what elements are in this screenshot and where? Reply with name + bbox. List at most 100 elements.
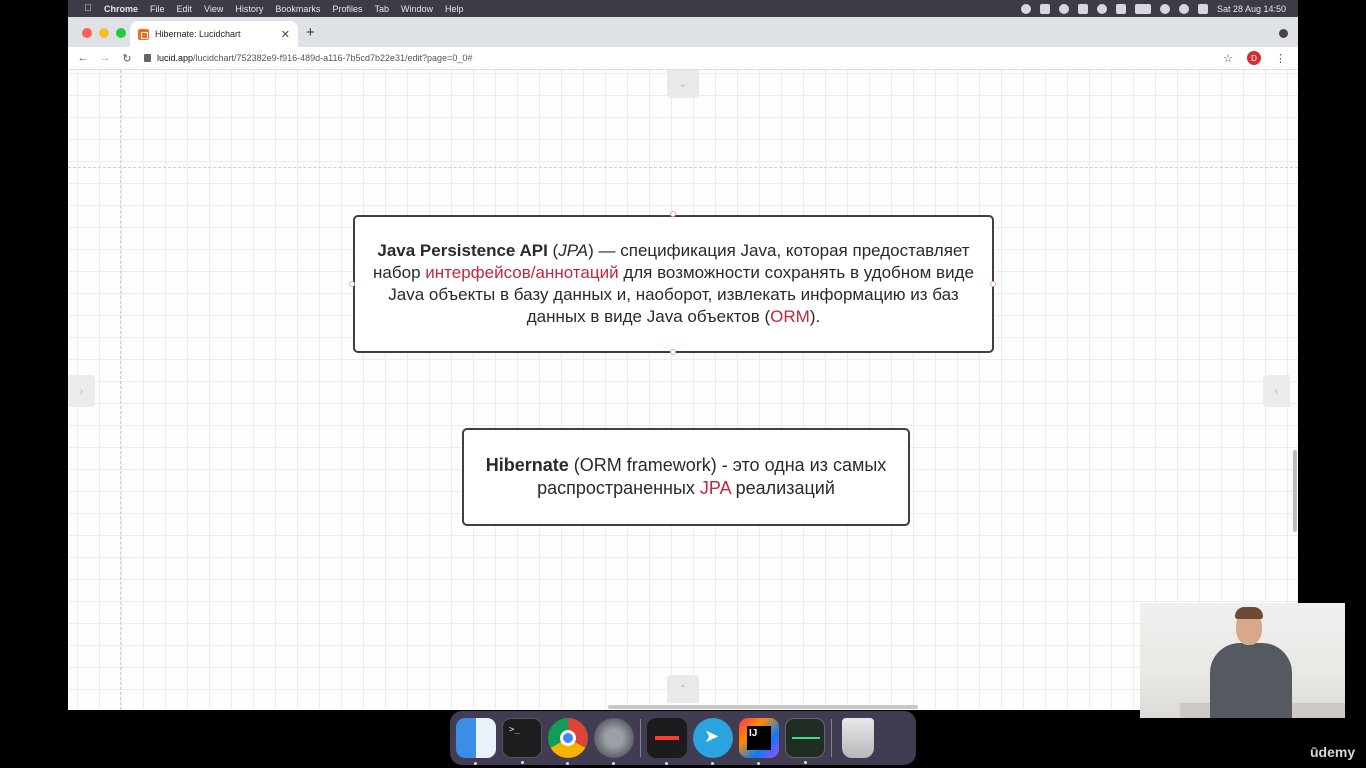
expand-right-panel-button[interactable]: ‹ xyxy=(1263,375,1290,407)
running-indicator xyxy=(474,762,477,765)
expand-bottom-panel-button[interactable]: ⌃ xyxy=(667,675,699,703)
lock-icon[interactable] xyxy=(144,54,151,62)
url-host: lucid.app xyxy=(157,53,194,63)
paper-plane-glyph: ➤ xyxy=(704,726,720,746)
back-arrow-icon[interactable]: ← xyxy=(72,52,94,64)
spotlight-icon[interactable] xyxy=(1178,3,1189,14)
menubar-status-area: Sat 28 Aug 14:50 xyxy=(1020,3,1286,14)
jpa-abbreviation: JPA xyxy=(558,241,589,260)
hibernate-definition-text: Hibernate (ORM framework) - это одна из … xyxy=(470,454,902,501)
menu-profiles[interactable]: Profiles xyxy=(332,4,362,14)
expand-left-panel-button[interactable]: › xyxy=(68,375,95,407)
udemy-watermark: ūdemy xyxy=(1310,744,1356,760)
running-indicator xyxy=(566,762,569,765)
running-indicator xyxy=(612,762,615,765)
instructor-webcam xyxy=(1140,603,1345,718)
collapse-top-panel-button[interactable]: ⌄ xyxy=(667,70,699,98)
dock-separator xyxy=(831,719,832,757)
close-window-button[interactable] xyxy=(82,28,92,38)
finder-icon[interactable] xyxy=(456,718,496,765)
address-bar[interactable]: lucid.app/lucidchart/752382e9-f916-489d-… xyxy=(144,53,472,63)
browser-toolbar: ← → ↻ lucid.app/lucidchart/752382e9-f916… xyxy=(68,47,1298,70)
display-icon[interactable] xyxy=(1077,3,1088,14)
telegram-icon[interactable]: ➤ xyxy=(693,718,733,765)
text-part: реализаций xyxy=(730,478,835,498)
page-boundary-horizontal xyxy=(68,167,1298,168)
apple-icon[interactable]:  xyxy=(82,3,94,15)
terminal-icon[interactable]: >_ xyxy=(502,718,542,764)
prompt-glyph: >_ xyxy=(509,725,520,735)
profile-avatar[interactable]: D xyxy=(1247,51,1261,65)
chrome-icon[interactable] xyxy=(548,718,588,765)
instructor-hair xyxy=(1235,607,1263,619)
waveform-glyph xyxy=(655,736,679,740)
chevron-down-icon: ⌄ xyxy=(678,78,688,90)
resize-handle-right[interactable] xyxy=(990,281,996,287)
menu-help[interactable]: Help xyxy=(445,4,464,14)
chevron-up-icon: ⌃ xyxy=(678,683,688,695)
running-indicator xyxy=(665,762,668,765)
minimize-window-button[interactable] xyxy=(99,28,109,38)
close-tab-icon[interactable]: ✕ xyxy=(281,28,290,41)
forward-arrow-icon[interactable]: → xyxy=(94,52,116,64)
macos-dock: >_ ➤ IJ xyxy=(450,711,916,765)
voice-memos-icon[interactable] xyxy=(647,718,687,765)
system-preferences-icon[interactable] xyxy=(594,718,634,765)
record-icon[interactable] xyxy=(1020,3,1031,14)
dock-separator xyxy=(640,719,641,757)
activity-monitor-icon[interactable] xyxy=(785,718,825,764)
text-part: ( xyxy=(547,241,559,260)
vpn-icon[interactable] xyxy=(1058,3,1069,14)
graph-glyph xyxy=(792,737,820,739)
window-controls xyxy=(82,28,126,38)
running-indicator xyxy=(521,761,524,764)
menu-edit[interactable]: Edit xyxy=(177,4,193,14)
intellij-idea-icon[interactable]: IJ xyxy=(739,718,779,765)
jpa-definition-text: Java Persistence API (JPA) — спецификаци… xyxy=(359,240,988,328)
menu-bookmarks[interactable]: Bookmarks xyxy=(275,4,320,14)
jpa-definition-shape[interactable]: Java Persistence API (JPA) — спецификаци… xyxy=(353,215,994,353)
chevron-right-icon: › xyxy=(79,384,84,398)
resize-handle-left[interactable] xyxy=(349,281,355,287)
macos-menubar:  Chrome File Edit View History Bookmark… xyxy=(68,0,1298,17)
resize-handle-top[interactable] xyxy=(670,211,676,217)
url-path: /lucidchart/752382e9-f916-489d-a116-7b5c… xyxy=(193,53,473,63)
orm-highlight: ORM xyxy=(770,307,810,326)
menu-window[interactable]: Window xyxy=(401,4,433,14)
chevron-left-icon: ‹ xyxy=(1274,384,1279,398)
page-boundary-vertical xyxy=(120,70,121,710)
tab-strip: Hibernate: Lucidchart ✕ + xyxy=(68,17,1298,47)
wifi-icon[interactable] xyxy=(1159,3,1170,14)
menubar-clock[interactable]: Sat 28 Aug 14:50 xyxy=(1217,4,1286,14)
hibernate-definition-shape[interactable]: Hibernate (ORM framework) - это одна из … xyxy=(462,428,910,526)
menu-app-name[interactable]: Chrome xyxy=(104,4,138,14)
tab-search-icon[interactable] xyxy=(1279,29,1288,38)
telegram-status-icon[interactable] xyxy=(1096,3,1107,14)
menu-tab[interactable]: Tab xyxy=(374,4,389,14)
menu-history[interactable]: History xyxy=(235,4,263,14)
menu-view[interactable]: View xyxy=(204,4,223,14)
control-center-icon[interactable] xyxy=(1197,3,1208,14)
ij-glyph: IJ xyxy=(747,726,771,750)
menu-file[interactable]: File xyxy=(150,4,165,14)
jpa-term: Java Persistence API xyxy=(377,241,548,260)
diagram-canvas[interactable]: ⌄ › ‹ ⌃ Java Persistence API (JPA) — спе… xyxy=(68,70,1298,710)
running-indicator xyxy=(711,762,714,765)
input-source-icon[interactable] xyxy=(1115,3,1126,14)
bookmark-star-icon[interactable]: ☆ xyxy=(1223,52,1233,65)
docker-icon[interactable] xyxy=(1039,3,1050,14)
text-part: ). xyxy=(809,307,821,326)
battery-icon[interactable] xyxy=(1134,3,1151,14)
resize-handle-bottom[interactable] xyxy=(670,349,676,355)
running-indicator xyxy=(757,762,760,765)
reload-icon[interactable]: ↻ xyxy=(116,52,138,65)
vertical-scrollbar[interactable] xyxy=(1293,450,1297,532)
new-tab-button[interactable]: + xyxy=(306,24,315,41)
chrome-menu-icon[interactable]: ⋮ xyxy=(1275,52,1286,65)
maximize-window-button[interactable] xyxy=(116,28,126,38)
hibernate-term: Hibernate xyxy=(485,454,569,475)
toolbar-actions: ☆ D ⋮ xyxy=(1223,51,1286,65)
horizontal-scrollbar[interactable] xyxy=(608,705,918,709)
tab-hibernate-lucidchart[interactable]: Hibernate: Lucidchart ✕ xyxy=(130,21,298,47)
trash-icon[interactable] xyxy=(842,718,874,758)
